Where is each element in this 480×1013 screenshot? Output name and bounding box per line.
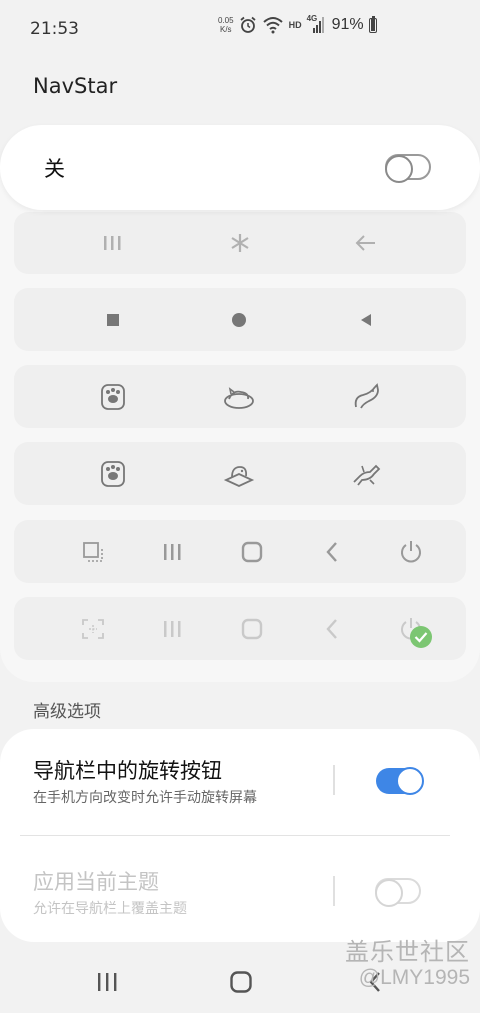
advanced-settings-card: 导航栏中的旋转按钮 在手机方向改变时允许手动旋转屏幕 应用当前主题 允许在导航栏… <box>0 729 480 942</box>
power-icon <box>398 616 432 648</box>
cat-stretch-icon <box>351 382 381 411</box>
status-bar: 21:53 0.05 K/s HD 4G 91% <box>0 0 480 60</box>
back-chevron-icon <box>324 541 340 563</box>
rotate-button-switch[interactable] <box>376 767 424 795</box>
style-option-cat-paws[interactable] <box>14 365 466 428</box>
apply-theme-switch[interactable] <box>375 878 421 907</box>
square-icon <box>107 313 119 326</box>
setting-title: 导航栏中的旋转按钮 <box>33 759 222 783</box>
hd-badge: HD <box>288 20 302 30</box>
sleeping-cat-icon <box>223 384 255 410</box>
dog-running-icon <box>350 460 382 488</box>
selected-check-icon <box>410 625 432 648</box>
home-asterisk-icon <box>229 232 251 254</box>
triangle-icon <box>360 313 372 326</box>
section-header-advanced: 高级选项 <box>33 702 101 722</box>
style-option-samsung-lines[interactable] <box>14 212 466 274</box>
back-chevron-icon <box>324 618 340 640</box>
divider <box>333 876 335 906</box>
setting-subtitle: 允许在导航栏上覆盖主题 <box>33 901 187 917</box>
home-icon[interactable] <box>229 970 253 994</box>
status-icons: 0.05 K/s HD 4G 91% <box>218 14 377 34</box>
net-speed: 0.05 K/s <box>218 16 234 34</box>
style-option-extended-5[interactable] <box>14 520 466 583</box>
home-rounded-square-icon <box>240 540 264 564</box>
setting-title: 应用当前主题 <box>33 870 159 894</box>
power-icon <box>398 539 424 565</box>
recents-lines-icon <box>161 542 183 562</box>
divider <box>20 835 450 836</box>
alarm-icon <box>240 16 256 33</box>
page-title: NavStar <box>33 74 118 98</box>
status-time: 21:53 <box>30 19 79 39</box>
style-option-dog-paws[interactable] <box>14 442 466 505</box>
recents-icon[interactable] <box>95 971 119 993</box>
back-arrow-icon <box>355 234 377 252</box>
style-option-aosp-shapes[interactable] <box>14 288 466 351</box>
screenshot-icon <box>81 540 105 564</box>
cat-paw-icon <box>100 383 126 411</box>
sleeping-dog-icon <box>223 460 255 488</box>
circle-icon <box>232 312 246 327</box>
recents-lines-icon <box>161 619 183 639</box>
home-rounded-square-icon <box>240 617 264 641</box>
battery-icon <box>368 15 377 33</box>
divider <box>333 765 335 795</box>
watermark-user: @LMY1995 <box>358 966 470 989</box>
master-switch[interactable] <box>385 154 431 183</box>
setting-subtitle: 在手机方向改变时允许手动旋转屏幕 <box>33 790 257 806</box>
style-option-extended-5-alt[interactable] <box>14 597 466 660</box>
signal-icon: 4G <box>307 14 327 34</box>
master-switch-label: 关 <box>44 157 65 181</box>
screenshot-dotted-icon <box>80 617 106 641</box>
dog-paw-icon <box>100 460 126 488</box>
wifi-icon <box>262 17 283 34</box>
style-options-panel <box>0 170 480 682</box>
master-switch-card[interactable]: 关 <box>0 125 480 210</box>
watermark-title: 盖乐世社区 <box>345 939 470 966</box>
recents-lines-icon <box>101 234 123 252</box>
battery-percent: 91% <box>331 16 364 33</box>
